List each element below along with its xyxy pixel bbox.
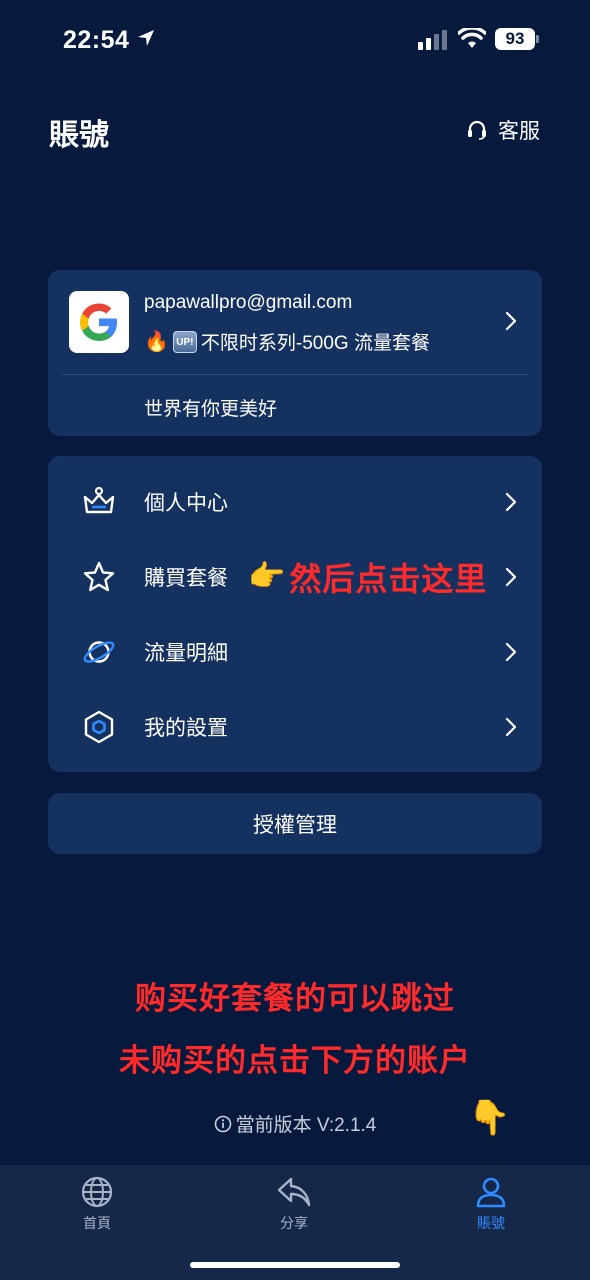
version-text: 當前版本 V:2.1.4 xyxy=(235,1115,377,1136)
fire-icon: 🔥 xyxy=(144,331,169,353)
page-title: 賬號 xyxy=(49,119,109,152)
battery-tip xyxy=(536,35,539,43)
account-card[interactable]: papawallpro@gmail.com 🔥 UP! 不限时系列-500G 流… xyxy=(48,270,542,436)
menu-item-label: 購買套餐 xyxy=(144,566,228,590)
chevron-right-icon xyxy=(505,717,517,736)
google-logo-icon xyxy=(69,291,129,353)
status-time: 22:54 xyxy=(63,26,130,54)
pointing-right-hand-icon: 👉 xyxy=(248,560,286,593)
account-email: papawallpro@gmail.com xyxy=(144,292,353,313)
info-icon xyxy=(214,1115,231,1132)
home-indicator[interactable] xyxy=(190,1262,400,1268)
annotation-text: 然后点击这里 xyxy=(289,560,488,597)
crown-icon xyxy=(81,484,117,520)
auth-management-label: 授權管理 xyxy=(253,813,337,837)
annotation-line-2: 未购买的点击下方的账户 xyxy=(119,1043,471,1078)
share-arrow-icon xyxy=(277,1177,311,1207)
menu-item-label: 流量明細 xyxy=(144,641,228,665)
chevron-right-icon xyxy=(505,567,517,586)
plan-row: 🔥 UP! 不限时系列-500G 流量套餐 xyxy=(144,328,430,355)
star-icon xyxy=(81,559,117,595)
globe-icon xyxy=(81,1176,113,1208)
headset-icon xyxy=(468,120,486,140)
support-label: 客服 xyxy=(498,120,540,143)
location-arrow-icon xyxy=(138,30,154,46)
menu-item-traffic-details[interactable]: 流量明細 xyxy=(48,614,542,689)
planet-icon xyxy=(81,634,117,670)
hexagon-settings-icon xyxy=(81,709,117,745)
menu-item-label: 我的設置 xyxy=(144,716,228,740)
menu-item-settings[interactable]: 我的設置 xyxy=(48,689,542,764)
menu-card: 個人中心 購買套餐 👉 然后点击这里 流量明細 我的設置 xyxy=(48,456,542,772)
annotation-click-here: 👉 然后点击这里 xyxy=(248,539,487,614)
tab-account[interactable]: 賬號 xyxy=(431,1175,551,1233)
chevron-right-icon xyxy=(505,642,517,661)
tab-share[interactable]: 分享 xyxy=(234,1175,354,1233)
card-divider xyxy=(62,374,528,375)
tab-home-label: 首頁 xyxy=(83,1215,111,1231)
annotation-line-1: 购买好套餐的可以跳过 xyxy=(135,981,455,1016)
account-slogan: 世界有你更美好 xyxy=(144,399,278,420)
signal-icon xyxy=(418,30,447,50)
menu-item-profile[interactable]: 個人中心 xyxy=(48,464,542,539)
up-badge-icon: UP! xyxy=(172,330,197,353)
chevron-right-icon xyxy=(505,311,517,331)
status-bar: 22:54 93 xyxy=(0,0,590,80)
auth-management-button[interactable]: 授權管理 xyxy=(48,793,542,854)
tab-home[interactable]: 首頁 xyxy=(37,1175,157,1233)
tab-share-label: 分享 xyxy=(280,1215,308,1231)
support-button[interactable]: 客服 xyxy=(466,115,540,145)
chevron-right-icon xyxy=(505,492,517,511)
pointing-down-hand-icon: 👇 xyxy=(468,1099,511,1137)
tab-account-label: 賬號 xyxy=(477,1215,505,1231)
user-icon xyxy=(476,1177,506,1208)
menu-item-buy-plan[interactable]: 購買套餐 👉 然后点击这里 xyxy=(48,539,542,614)
menu-item-label: 個人中心 xyxy=(144,491,228,515)
plan-name: 不限时系列-500G 流量套餐 xyxy=(200,333,430,354)
battery-icon: 93 xyxy=(495,28,535,50)
wifi-icon xyxy=(458,28,486,48)
